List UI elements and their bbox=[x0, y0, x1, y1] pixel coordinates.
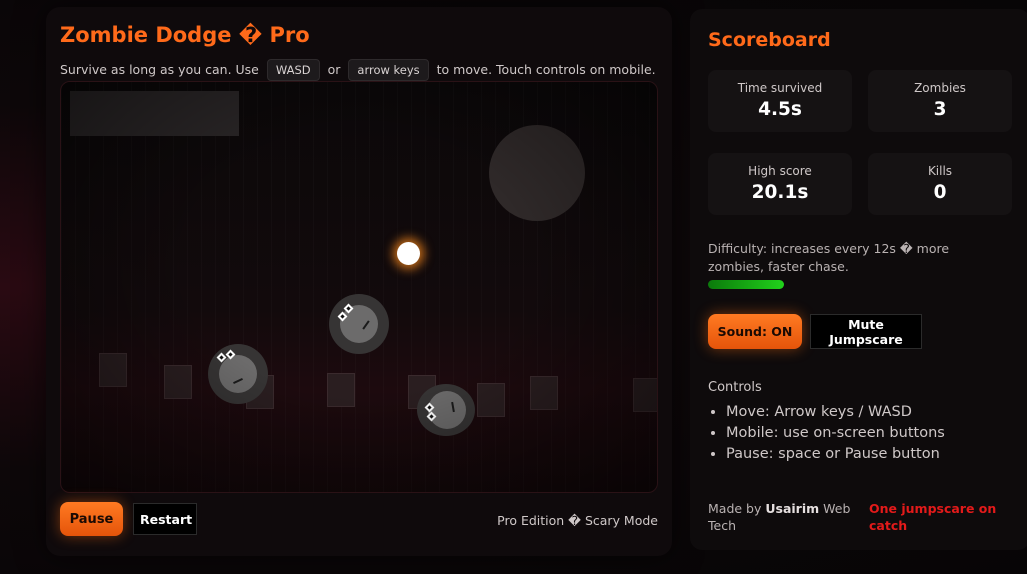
stat-value: 0 bbox=[933, 182, 947, 203]
difficulty-bar bbox=[708, 280, 784, 289]
stat-zombies: Zombies 3 bbox=[868, 70, 1012, 132]
stat-high-score: High score 20.1s bbox=[708, 153, 852, 215]
pause-button[interactable]: Pause bbox=[60, 502, 123, 536]
stat-label: High score bbox=[748, 164, 812, 178]
credit: Made by Usairim Web Tech bbox=[708, 500, 858, 534]
credit-name: Usairim bbox=[765, 501, 820, 516]
controls-title: Controls bbox=[708, 380, 762, 395]
stat-time-survived: Time survived 4.5s bbox=[708, 70, 852, 132]
controls-list: Move: Arrow keys / WASD Mobile: use on-s… bbox=[708, 402, 945, 465]
sound-toggle-button[interactable]: Sound: ON bbox=[708, 314, 802, 349]
stat-kills: Kills 0 bbox=[868, 153, 1012, 215]
credit-prefix: Made by bbox=[708, 501, 762, 516]
vignette bbox=[61, 82, 657, 492]
instructions: Survive as long as you can. Use WASD or … bbox=[60, 59, 656, 81]
key-arrow: arrow keys bbox=[348, 59, 429, 81]
game-panel: Zombie Dodge � Pro Survive as long as yo… bbox=[46, 7, 672, 556]
instructions-tail: to move. Touch controls on mobile. bbox=[436, 62, 656, 77]
scoreboard-title: Scoreboard bbox=[708, 29, 831, 51]
instructions-or: or bbox=[327, 62, 341, 77]
key-wasd: WASD bbox=[266, 59, 320, 81]
difficulty-text: Difficulty: increases every 12s � more z… bbox=[708, 241, 950, 274]
stat-value: 20.1s bbox=[751, 182, 809, 203]
list-item: Mobile: use on-screen buttons bbox=[726, 423, 945, 444]
scoreboard-panel: Scoreboard Time survived 4.5s Zombies 3 … bbox=[690, 9, 1027, 550]
stat-label: Kills bbox=[927, 164, 953, 178]
stat-label: Time survived bbox=[737, 81, 823, 95]
game-title: Zombie Dodge � Pro bbox=[60, 23, 310, 47]
stat-value: 4.5s bbox=[758, 99, 802, 120]
jumpscare-warning: One jumpscare on catch bbox=[869, 501, 997, 533]
game-arena[interactable] bbox=[60, 81, 658, 493]
list-item: Pause: space or Pause button bbox=[726, 444, 945, 465]
mute-jumpscare-button[interactable]: Mute Jumpscare bbox=[810, 314, 922, 349]
list-item: Move: Arrow keys / WASD bbox=[726, 402, 945, 423]
instructions-text: Survive as long as you can. Use bbox=[60, 62, 259, 77]
stat-label: Zombies bbox=[914, 81, 966, 95]
edition-label: Pro Edition � Scary Mode bbox=[497, 513, 658, 528]
restart-button[interactable]: Restart bbox=[133, 503, 197, 535]
stat-value: 3 bbox=[933, 99, 947, 120]
